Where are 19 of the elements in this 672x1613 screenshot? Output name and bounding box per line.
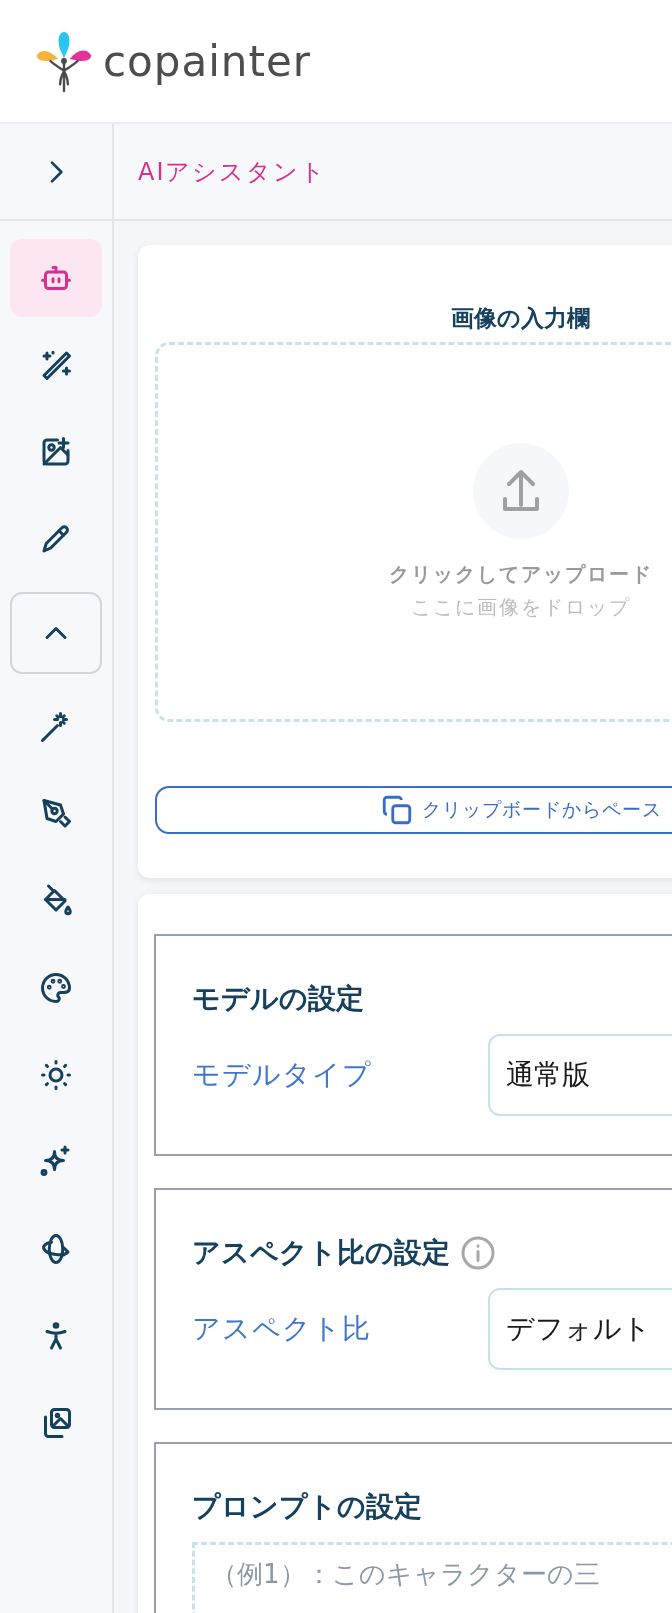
upload-icon (472, 443, 569, 539)
logo-icon (35, 29, 93, 93)
sun-icon (38, 1057, 74, 1093)
palette-icon (38, 970, 74, 1006)
panel-title: プロンプトの設定 (192, 1489, 422, 1525)
field-label: アスペクト比 (192, 1311, 372, 1347)
select-field[interactable]: 通常版 (488, 1034, 672, 1116)
select-field[interactable]: デフォルト (488, 1288, 672, 1370)
page-title: AIアシスタント (138, 156, 328, 188)
panel-title: モデルの設定 (192, 981, 364, 1017)
image-drop-zone[interactable]: クリックしてアップロード ここに画像をドロップ (155, 342, 672, 722)
section-title: 画像の入力欄 (450, 304, 591, 333)
drop-text: ここに画像をドロップ (410, 594, 631, 621)
panel-title: アスペクト比の設定 (192, 1235, 450, 1271)
logo-text: copainter (103, 36, 312, 86)
paste-from-clipboard-button[interactable]: クリップボードからペース (155, 786, 672, 834)
upload-text: クリックしてアップロード (388, 561, 653, 588)
robot-tool-button[interactable] (10, 239, 102, 317)
field-label: モデルタイプ (192, 1057, 373, 1093)
